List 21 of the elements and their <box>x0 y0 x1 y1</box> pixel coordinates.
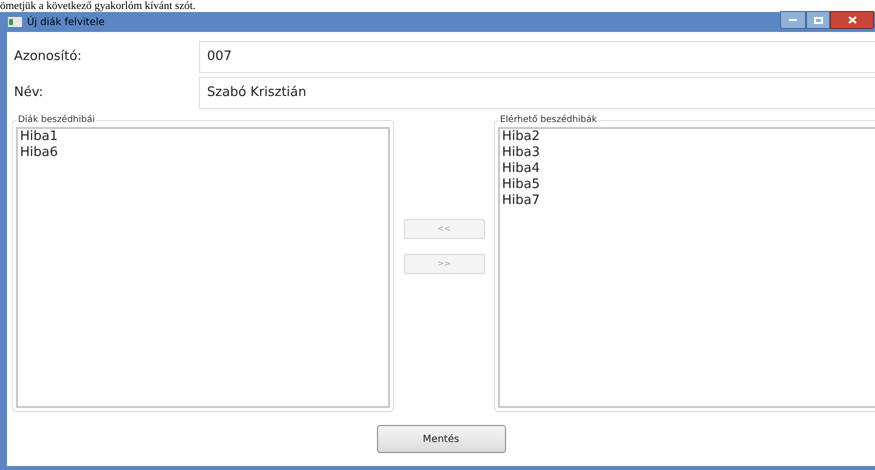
text-field[interactable]: Szabó Krisztián <box>199 77 875 109</box>
list-item[interactable]: Hiba4 <box>502 161 540 177</box>
list-item[interactable]: Hiba7 <box>502 193 540 209</box>
list-item[interactable]: Hiba2 <box>502 129 540 145</box>
document-text: ömetjük a következő gyakorlóm kívánt szót. <box>0 0 196 12</box>
list-item[interactable]: Hiba3 <box>502 145 540 161</box>
close-button[interactable] <box>830 11 874 29</box>
maximize-button[interactable] <box>806 11 830 29</box>
field-label: Név: <box>13 84 44 102</box>
save-button[interactable]: Mentés <box>376 425 506 453</box>
window-title: Új diák felvitele <box>27 14 105 30</box>
list-item[interactable]: Hiba1 <box>20 129 58 145</box>
list-box[interactable]: Hiba1 Hiba6 <box>16 127 390 408</box>
text-field[interactable]: 007 <box>199 41 875 73</box>
list-item[interactable]: Hiba6 <box>20 145 58 161</box>
list-item[interactable]: Hiba5 <box>502 177 540 193</box>
minimize-button[interactable] <box>780 11 806 29</box>
list-box[interactable]: Hiba2 Hiba3 Hiba4 Hiba5 Hiba7 <box>498 127 875 408</box>
window-icon <box>8 17 22 27</box>
close-icon <box>848 16 856 24</box>
field-label: Azonosító: <box>13 48 83 66</box>
